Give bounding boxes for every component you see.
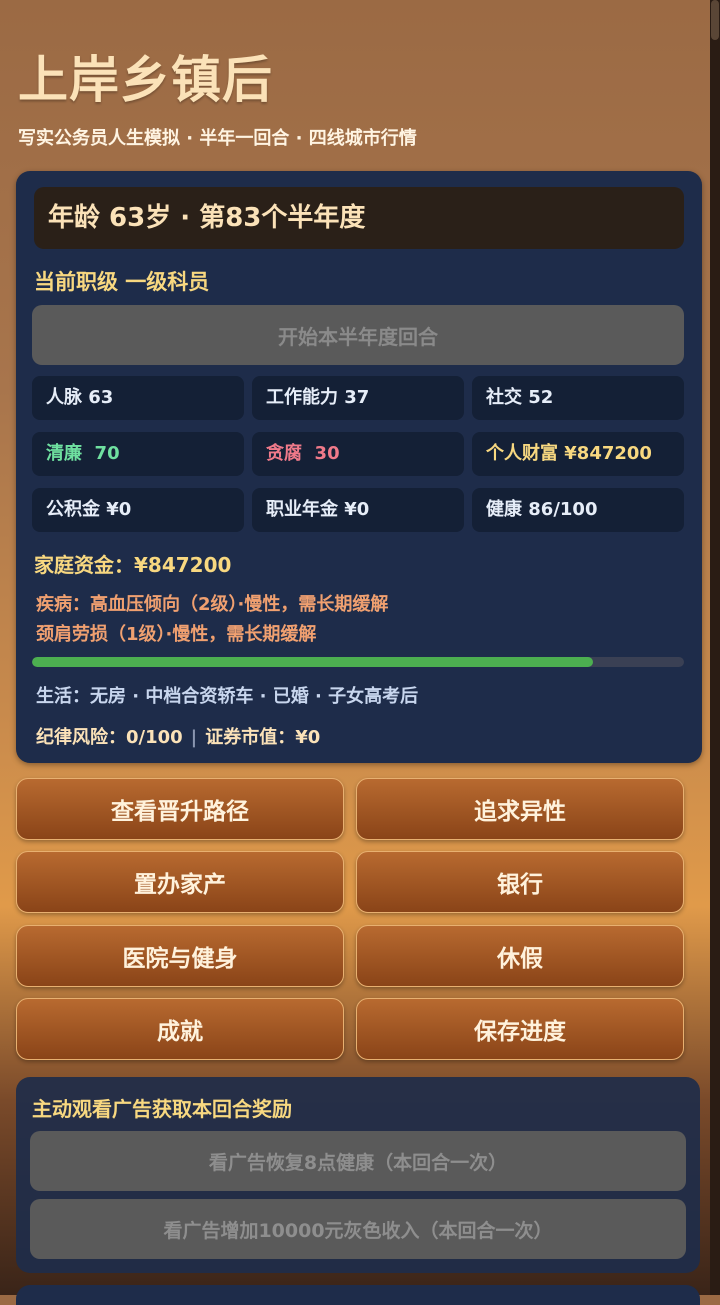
stat-personal-wealth: 个人财富 ¥847200 [472, 432, 684, 476]
hospital-fitness-button[interactable]: 医院与健身 [16, 925, 344, 987]
stat-corruption-value: 30 [314, 443, 340, 464]
disease-line-1: 疾病：高血压倾向（2级）·慢性，需长期缓解 [36, 594, 389, 615]
stat-occupational-pension: 职业年金 ¥0 [252, 488, 464, 532]
ad-reward-panel: 主动观看广告获取本回合奖励 看广告恢复8点健康（本回合一次） 看广告增加1000… [16, 1077, 700, 1273]
status-panel: 年龄 63岁 · 第83个半年度 当前职级 一级科员 开始本半年度回合 人脉 6… [16, 171, 702, 763]
stat-integrity: 清廉 70 [32, 432, 244, 476]
life-status: 生活：无房 · 中档合资轿车 · 已婚 · 子女高考后 [36, 686, 419, 707]
stat-corruption: 贪腐 30 [252, 432, 464, 476]
ad-gray-income-button[interactable]: 看广告增加10000元灰色收入（本回合一次） [30, 1199, 686, 1259]
ad-restore-health-button[interactable]: 看广告恢复8点健康（本回合一次） [30, 1131, 686, 1191]
disease-line-2: 颈肩劳损（1级）·慢性，需长期缓解 [36, 624, 317, 645]
health-progress-fill [32, 657, 593, 667]
stat-corruption-label: 贪腐 [266, 443, 302, 464]
age-display: 年龄 63岁 · 第83个半年度 [34, 187, 684, 249]
page-title: 上岸乡镇后 [18, 51, 273, 109]
save-progress-button[interactable]: 保存进度 [356, 998, 684, 1060]
stat-integrity-label: 清廉 [46, 443, 82, 464]
vacation-button[interactable]: 休假 [356, 925, 684, 987]
stat-connections: 人脉 63 [32, 376, 244, 420]
start-round-button[interactable]: 开始本半年度回合 [32, 305, 684, 365]
next-panel-edge [16, 1285, 700, 1305]
ad-panel-title: 主动观看广告获取本回合奖励 [32, 1097, 292, 1121]
scrollbar-thumb[interactable] [711, 0, 719, 40]
stat-social: 社交 52 [472, 376, 684, 420]
discipline-risk: 纪律风险：0/100 [36, 727, 183, 748]
scrollbar[interactable] [710, 0, 720, 1295]
stat-housing-fund: 公积金 ¥0 [32, 488, 244, 532]
stat-health: 健康 86/100 [472, 488, 684, 532]
family-fund: 家庭资金：¥847200 [34, 553, 232, 577]
achievements-button[interactable]: 成就 [16, 998, 344, 1060]
stat-integrity-value: 70 [94, 443, 120, 464]
page-subtitle: 写实公务员人生模拟 · 半年一回合 · 四线城市行情 [18, 128, 417, 149]
current-rank: 当前职级 一级科员 [34, 270, 210, 294]
stat-work-ability: 工作能力 37 [252, 376, 464, 420]
pursue-romance-button[interactable]: 追求异性 [356, 778, 684, 840]
health-progress-bar [32, 657, 684, 667]
risk-line: 纪律风险：0/100 | 证券市值：¥0 [36, 723, 320, 749]
view-promotion-path-button[interactable]: 查看晋升路径 [16, 778, 344, 840]
buy-property-button[interactable]: 置办家产 [16, 851, 344, 913]
bank-button[interactable]: 银行 [356, 851, 684, 913]
divider: | [190, 727, 198, 748]
securities-value: 证券市值：¥0 [205, 727, 321, 748]
